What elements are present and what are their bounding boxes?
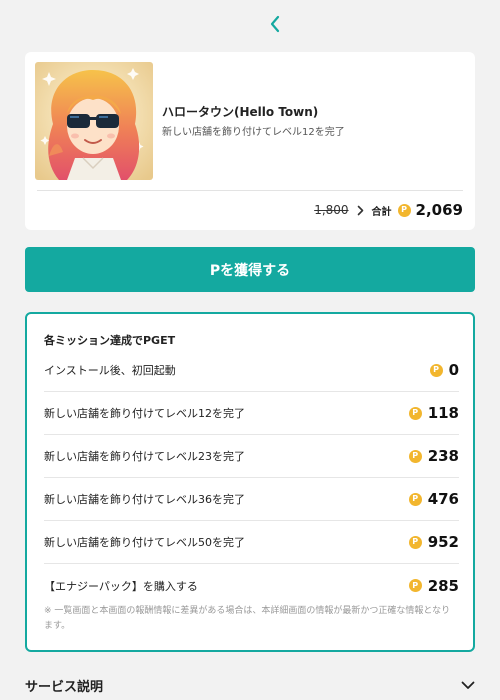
back-button[interactable] bbox=[262, 11, 288, 37]
get-points-button[interactable]: Pを獲得する bbox=[25, 247, 475, 292]
offer-card: ハロータウン(Hello Town) 新しい店舗を飾り付けてレベル12を完了 1… bbox=[25, 52, 475, 230]
mission-points: P 476 bbox=[408, 490, 459, 508]
mission-row: インストール後、初回起動 P 0 bbox=[44, 349, 459, 392]
mission-label: 新しい店舗を飾り付けてレベル50を完了 bbox=[44, 536, 245, 549]
service-description-toggle[interactable]: サービス説明 bbox=[25, 673, 475, 697]
mission-label: 新しい店舗を飾り付けてレベル36を完了 bbox=[44, 493, 245, 506]
coin-icon: P bbox=[408, 449, 422, 463]
offer-description: 新しい店舗を飾り付けてレベル12を完了 bbox=[162, 127, 345, 138]
mission-point-value: 118 bbox=[427, 404, 459, 422]
old-points: 1,800 bbox=[314, 203, 349, 217]
mission-point-value: 285 bbox=[427, 576, 459, 595]
mission-row: 新しい店舗を飾り付けてレベル50を完了 P 952 bbox=[44, 521, 459, 564]
mission-list: インストール後、初回起動 P 0 新しい店舗を飾り付けてレベル12を完了 P 118 新しい… bbox=[44, 349, 459, 607]
app-thumbnail bbox=[35, 62, 153, 180]
mission-point-value: 952 bbox=[427, 533, 459, 551]
mission-heading: 各ミッション達成でPGET bbox=[44, 334, 176, 347]
mission-row: 【エナジーパック】を購入する P 285 bbox=[44, 564, 459, 607]
mission-label: 【エナジーパック】を購入する bbox=[44, 579, 198, 593]
mission-point-value: 476 bbox=[427, 490, 459, 508]
mission-points: P 118 bbox=[408, 404, 459, 422]
app-name: ハロータウン(Hello Town) bbox=[162, 105, 319, 119]
coin-icon: P bbox=[408, 406, 422, 420]
chevron-right-icon bbox=[357, 205, 364, 216]
coin-icon: P bbox=[408, 579, 422, 592]
mission-points: P 238 bbox=[408, 447, 459, 465]
mission-label: インストール後、初回起動 bbox=[44, 364, 176, 377]
service-title: サービス説明 bbox=[25, 679, 104, 695]
disclaimer-note: ※ 一覧画面と本画面の報酬情報に差異がある場合は、本詳細画面の情報が最新かつ正確… bbox=[44, 606, 451, 631]
coin-icon: P bbox=[408, 492, 422, 506]
mission-point-value: 238 bbox=[427, 447, 459, 465]
coin-icon: P bbox=[429, 363, 443, 377]
mission-points: P0 bbox=[429, 361, 459, 379]
mission-points: P 952 bbox=[408, 533, 459, 551]
mission-row: 新しい店舗を飾り付けてレベル23を完了 P 238 bbox=[44, 435, 459, 478]
mission-row: 新しい店舗を飾り付けてレベル36を完了 P 476 bbox=[44, 478, 459, 521]
mission-points: P 285 bbox=[408, 576, 459, 595]
coin-icon: P bbox=[408, 535, 422, 549]
total-points: 2,069 bbox=[415, 201, 463, 219]
chevron-left-icon bbox=[270, 15, 280, 33]
point-summary: 1,800 合計 P 2,069 bbox=[314, 198, 463, 222]
mission-row: 新しい店舗を飾り付けてレベル12を完了 P 118 bbox=[44, 392, 459, 435]
coin-icon: P bbox=[397, 203, 411, 217]
mission-point-value: 0 bbox=[448, 361, 459, 379]
mission-label: 新しい店舗を飾り付けてレベル12を完了 bbox=[44, 407, 245, 420]
mission-panel: 各ミッション達成でPGET インストール後、初回起動 P 0 新しい店舗を飾り付けてレ… bbox=[25, 312, 475, 652]
chevron-down-icon bbox=[461, 681, 475, 689]
divider bbox=[37, 190, 463, 191]
total-label: 合計 bbox=[371, 206, 392, 218]
mission-label: 新しい店舗を飾り付けてレベル23を完了 bbox=[44, 450, 245, 463]
